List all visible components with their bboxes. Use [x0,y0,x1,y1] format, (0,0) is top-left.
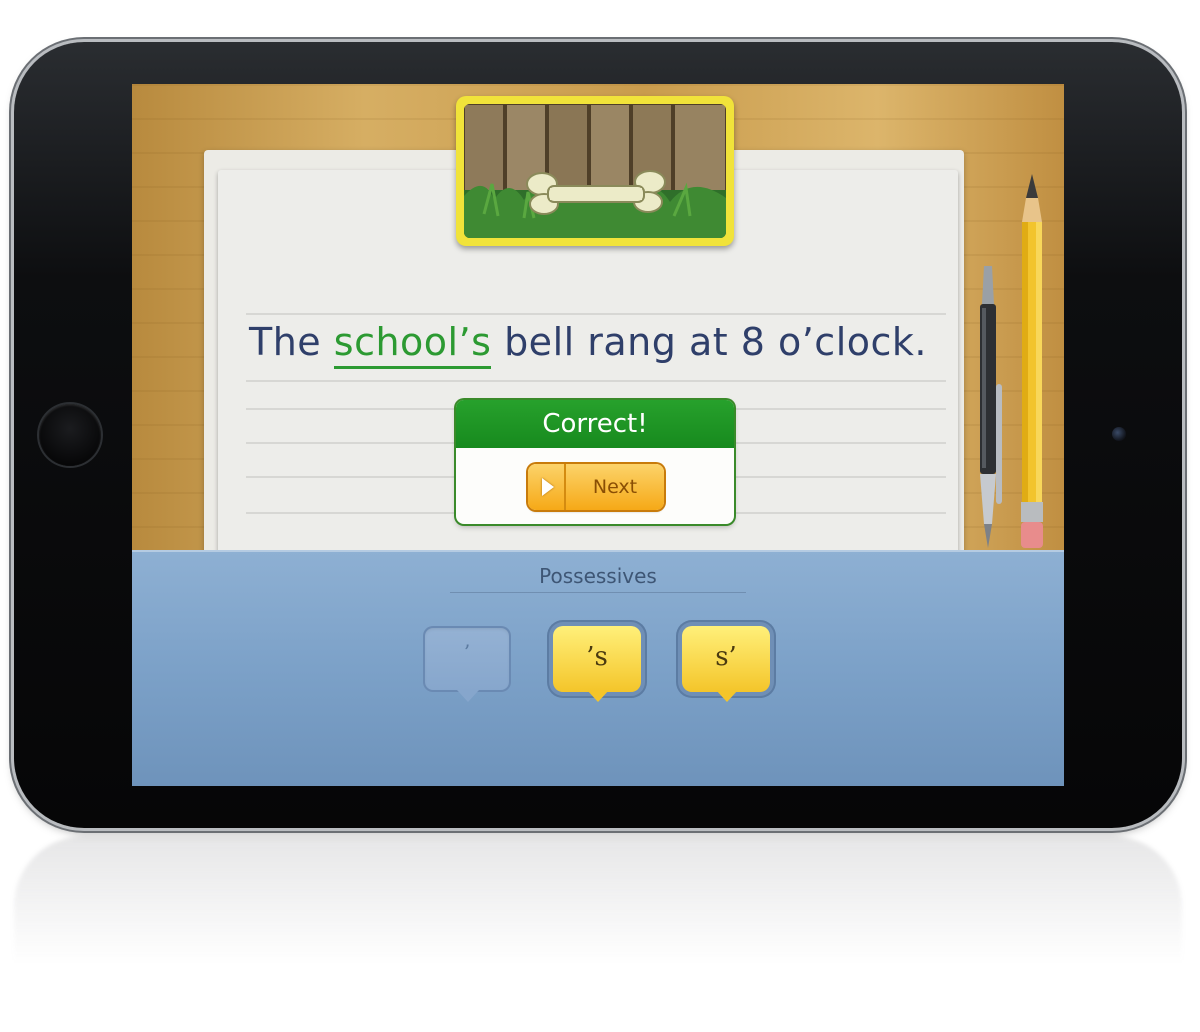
option-label: s’ [715,642,737,672]
option-s-apostrophe[interactable]: s’ [682,626,770,702]
sentence-start: The [249,320,334,364]
device-stage: The school’s bell rang at 8 o’clock. Cor… [0,0,1200,1032]
option-label: ’s [586,642,608,672]
tray-divider [450,592,746,593]
sentence-end: bell rang at 8 o’clock. [491,320,927,364]
answer-word: school’s [333,320,492,369]
practice-sentence: The school’s bell rang at 8 o’clock. [228,320,948,369]
device-reflection [14,836,1182,996]
next-button[interactable]: Next [528,464,664,510]
home-button[interactable] [39,404,101,466]
option-label: ’ [463,640,471,664]
bone-illustration [464,104,726,238]
feedback-panel: Correct! Next [456,400,734,524]
pencil-icon [1021,174,1043,548]
camera-icon [1112,427,1126,441]
bubble-tail [587,690,609,702]
paper-rule [246,380,946,382]
bone-picture-icon [464,104,726,238]
option-apostrophe[interactable]: ’ [423,626,511,702]
illustration-card [456,96,734,246]
bubble-tail [716,690,738,702]
bubble-tail [457,690,479,702]
tray-title: Possessives [539,564,657,588]
pen-icon [980,266,1002,548]
answer-tray: Possessives ’ ’s s’ [132,550,1064,786]
paper-rule [246,313,946,315]
app-screen: The school’s bell rang at 8 o’clock. Cor… [132,84,1064,786]
option-apostrophe-s[interactable]: ’s [553,626,641,702]
feedback-title: Correct! [456,400,734,448]
next-label: Next [592,476,638,498]
play-icon [528,464,566,510]
